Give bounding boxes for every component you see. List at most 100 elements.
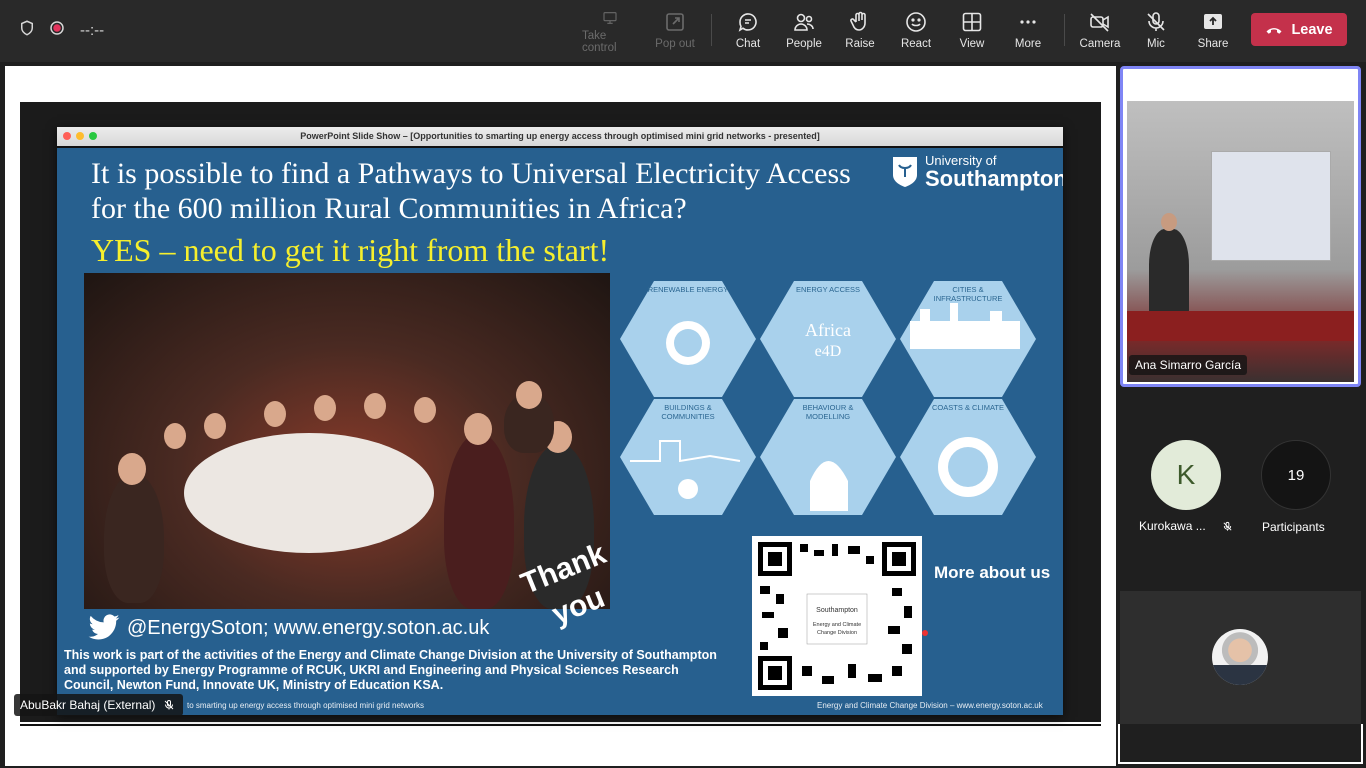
slide-acknowledgement: This work is part of the activities of t… <box>64 648 717 692</box>
react-button[interactable]: React <box>888 10 944 54</box>
photo-person <box>104 473 164 603</box>
close-dot-icon[interactable] <box>63 132 71 140</box>
participant-tile[interactable] <box>1120 591 1361 724</box>
hex-label-wrap: ENERGY ACCESS <box>760 281 896 397</box>
avatar <box>1212 629 1268 685</box>
hand-icon <box>850 11 866 31</box>
hex-label-wrap: BUILDINGS & COMMUNITIES <box>640 399 736 515</box>
share-label: Share <box>1197 38 1229 50</box>
meeting-info: --:-- <box>18 19 104 42</box>
svg-text:Change Division: Change Division <box>817 630 857 636</box>
pop-out-button[interactable]: Pop out <box>647 10 703 54</box>
laser-pointer-icon <box>922 630 928 636</box>
hex-label: CITIES & INFRASTRUCTURE <box>933 285 1003 303</box>
participant-tile[interactable] <box>1118 724 1363 764</box>
more-label: More <box>1014 38 1042 50</box>
photo-face <box>204 413 226 439</box>
leave-button[interactable]: Leave <box>1251 13 1347 46</box>
pop-out-label: Pop out <box>655 38 695 50</box>
slide-subtitle: YES – need to get it right from the star… <box>91 232 610 268</box>
leave-label: Leave <box>1291 21 1333 38</box>
presenter-name-tag: AbuBakr Bahaj (External) <box>14 694 184 716</box>
window-title: PowerPoint Slide Show – [Opportunities t… <box>300 131 820 141</box>
react-label: React <box>900 38 932 50</box>
pop-out-icon <box>666 13 684 31</box>
twitter-bird-icon <box>88 614 120 640</box>
svg-text:Energy and Climate: Energy and Climate <box>813 622 861 628</box>
hex-label-wrap: COASTS & CLIMATE <box>920 399 1016 515</box>
participant-video-tile[interactable]: Ana Simarro García <box>1120 66 1361 387</box>
powerpoint-titlebar: PowerPoint Slide Show – [Opportunities t… <box>57 127 1063 146</box>
hex-label-wrap: CITIES & INFRASTRUCTURE <box>920 281 1016 397</box>
camera-button[interactable]: Camera <box>1072 10 1128 54</box>
hex-label-wrap: BEHAVIOUR & MODELLING <box>780 399 876 515</box>
slide-footer-left: to smarting up energy access through opt… <box>187 701 424 710</box>
photo-face <box>414 397 436 423</box>
hex-label-wrap: RENEWABLE ENERGY <box>620 281 756 397</box>
photo-person <box>444 433 514 609</box>
chat-label: Chat <box>735 38 761 50</box>
hex-label: RENEWABLE ENERGY <box>647 285 729 294</box>
dining-table <box>184 433 434 553</box>
photo-face <box>164 423 186 449</box>
chat-button[interactable]: Chat <box>720 10 776 54</box>
logo-line-2: Southampton <box>925 166 1063 191</box>
qr-code-icon: Southampton Energy and Climate Change Di… <box>758 542 916 690</box>
svg-text:Southampton: Southampton <box>816 607 858 614</box>
group-photo <box>84 273 610 609</box>
photo-face <box>118 453 146 485</box>
powerpoint-window[interactable]: PowerPoint Slide Show – [Opportunities t… <box>57 127 1063 715</box>
chat-icon <box>738 13 757 32</box>
podium-table <box>1127 311 1354 341</box>
twitter-handle: @EnergySoton; www.energy.soton.ac.uk <box>87 614 489 642</box>
zoom-dot-icon[interactable] <box>89 132 97 140</box>
grid-icon <box>962 12 982 32</box>
camera-off-icon <box>1090 13 1109 32</box>
take-control-label: Take control <box>582 30 617 54</box>
hex-label: ENERGY ACCESS <box>795 285 861 294</box>
camera-label: Camera <box>1079 38 1121 50</box>
photo-face <box>516 381 542 409</box>
photo-face <box>264 401 286 427</box>
mic-label: Mic <box>1147 38 1165 50</box>
more-about-us: More about us <box>934 563 1051 582</box>
twitter-text: @EnergySoton; www.energy.soton.ac.uk <box>127 616 490 639</box>
share-button[interactable]: Share <box>1185 10 1241 54</box>
participant-name: Kurokawa ... <box>1139 519 1206 533</box>
mic-button[interactable]: Mic <box>1128 10 1184 54</box>
presenter-name: AbuBakr Bahaj (External) <box>20 698 156 712</box>
slide-title: It is possible to find a Pathways to Uni… <box>91 157 851 225</box>
participant-video <box>1127 101 1354 382</box>
ellipsis-icon <box>1020 20 1036 24</box>
speaker-head <box>1161 213 1177 231</box>
toolbar-divider <box>1064 14 1065 46</box>
people-button[interactable]: People <box>776 10 832 54</box>
view-button[interactable]: View <box>944 10 1000 54</box>
raise-hand-button[interactable]: Raise <box>832 10 888 54</box>
view-label: View <box>959 38 985 50</box>
more-button[interactable]: More <box>1000 10 1056 54</box>
shared-screen-bottom-strip <box>20 724 1101 766</box>
meeting-timer: --:-- <box>80 22 105 39</box>
photo-face <box>464 413 492 445</box>
slide: It is possible to find a Pathways to Uni… <box>57 146 1063 715</box>
shield-icon[interactable] <box>18 19 36 42</box>
people-label: People <box>786 38 822 50</box>
take-control-button[interactable]: Take control <box>582 10 638 54</box>
share-icon <box>1204 14 1222 29</box>
hex-label: COASTS & CLIMATE <box>932 403 1004 412</box>
hex-label: BEHAVIOUR & MODELLING <box>802 403 854 421</box>
slide-footer-right: Energy and Climate Change Division – www… <box>817 701 1043 710</box>
toolbar-divider <box>711 14 712 46</box>
photo-face <box>314 395 336 421</box>
avatar[interactable]: K <box>1151 440 1221 510</box>
participants-label: Participants <box>1262 520 1325 534</box>
mic-off-icon <box>1147 12 1165 31</box>
raise-label: Raise <box>845 38 875 50</box>
meeting-toolbar: --:-- Take control Pop out Chat People R… <box>0 0 1366 62</box>
photo-face <box>364 393 386 419</box>
hang-up-icon <box>1266 27 1282 34</box>
participants-count-button[interactable]: 19 <box>1261 440 1331 510</box>
participant-tile-label: Kurokawa ... <box>1139 519 1233 533</box>
minimize-dot-icon[interactable] <box>76 132 84 140</box>
